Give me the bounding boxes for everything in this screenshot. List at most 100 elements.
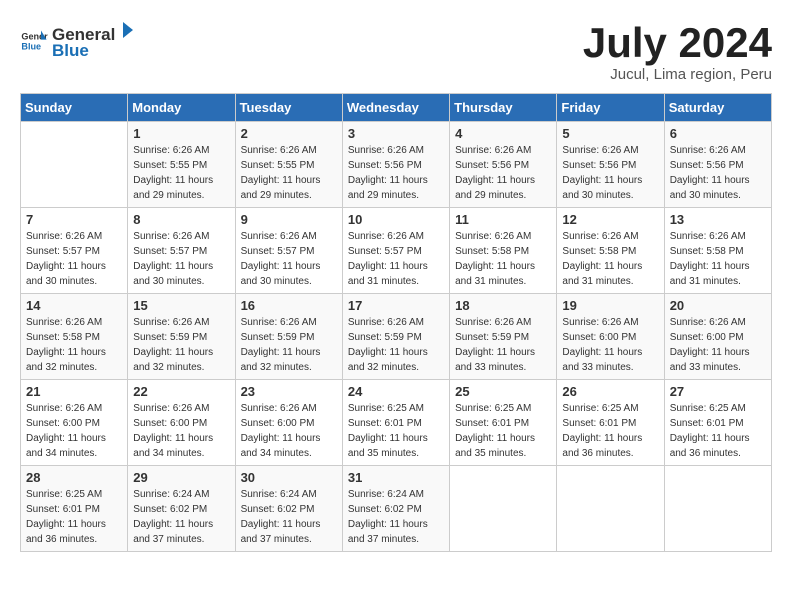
day-number: 3 (348, 126, 444, 141)
day-info: Sunrise: 6:25 AM Sunset: 6:01 PM Dayligh… (670, 401, 766, 461)
day-info: Sunrise: 6:24 AM Sunset: 6:02 PM Dayligh… (348, 487, 444, 547)
weekday-header-thursday: Thursday (450, 94, 557, 122)
day-info: Sunrise: 6:26 AM Sunset: 6:00 PM Dayligh… (562, 315, 658, 375)
svg-text:Blue: Blue (21, 41, 41, 51)
day-number: 5 (562, 126, 658, 141)
day-number: 26 (562, 384, 658, 399)
day-cell: 20 Sunrise: 6:26 AM Sunset: 6:00 PM Dayli… (664, 294, 771, 380)
day-cell: 30 Sunrise: 6:24 AM Sunset: 6:02 PM Dayli… (235, 466, 342, 552)
day-cell: 6Sunrise: 6:26 AM Sunset: 5:56 PM Daylig… (664, 122, 771, 208)
day-info: Sunrise: 6:24 AM Sunset: 6:02 PM Dayligh… (133, 487, 229, 547)
day-number: 13 (670, 212, 766, 227)
day-cell: 18 Sunrise: 6:26 AM Sunset: 5:59 PM Dayli… (450, 294, 557, 380)
day-info: Sunrise: 6:26 AM Sunset: 5:58 PM Dayligh… (562, 229, 658, 289)
day-info: Sunrise: 6:25 AM Sunset: 6:01 PM Dayligh… (455, 401, 551, 461)
day-number: 6 (670, 126, 766, 141)
weekday-header-wednesday: Wednesday (342, 94, 449, 122)
day-info: Sunrise: 6:25 AM Sunset: 6:01 PM Dayligh… (26, 487, 122, 547)
day-info: Sunrise: 6:26 AM Sunset: 5:56 PM Dayligh… (562, 143, 658, 203)
day-number: 19 (562, 298, 658, 313)
day-info: Sunrise: 6:26 AM Sunset: 5:55 PM Dayligh… (241, 143, 337, 203)
logo-arrow-icon (115, 20, 135, 40)
week-row-2: 7 Sunrise: 6:26 AM Sunset: 5:57 PM Daylig… (21, 208, 772, 294)
day-number: 28 (26, 470, 122, 485)
day-info: Sunrise: 6:26 AM Sunset: 5:59 PM Dayligh… (348, 315, 444, 375)
day-info: Sunrise: 6:26 AM Sunset: 5:56 PM Dayligh… (348, 143, 444, 203)
day-cell: 17 Sunrise: 6:26 AM Sunset: 5:59 PM Dayli… (342, 294, 449, 380)
day-number: 29 (133, 470, 229, 485)
day-info: Sunrise: 6:26 AM Sunset: 5:58 PM Dayligh… (455, 229, 551, 289)
header: General Blue General Blue July 2024 Jucu… (20, 20, 772, 83)
day-info: Sunrise: 6:26 AM Sunset: 5:57 PM Dayligh… (241, 229, 337, 289)
week-row-5: 28 Sunrise: 6:25 AM Sunset: 6:01 PM Dayli… (21, 466, 772, 552)
day-cell: 11Sunrise: 6:26 AM Sunset: 5:58 PM Dayli… (450, 208, 557, 294)
day-number: 8 (133, 212, 229, 227)
day-number: 24 (348, 384, 444, 399)
day-number: 16 (241, 298, 337, 313)
weekday-header-row: SundayMondayTuesdayWednesdayThursdayFrid… (21, 94, 772, 122)
day-number: 4 (455, 126, 551, 141)
title-area: July 2024 Jucul, Lima region, Peru (583, 20, 772, 83)
day-info: Sunrise: 6:26 AM Sunset: 5:58 PM Dayligh… (26, 315, 122, 375)
day-cell (557, 466, 664, 552)
day-cell: 1Sunrise: 6:26 AM Sunset: 5:55 PM Daylig… (128, 122, 235, 208)
day-cell: 25 Sunrise: 6:25 AM Sunset: 6:01 PM Dayli… (450, 380, 557, 466)
day-number: 17 (348, 298, 444, 313)
day-number: 27 (670, 384, 766, 399)
day-info: Sunrise: 6:26 AM Sunset: 5:59 PM Dayligh… (455, 315, 551, 375)
day-cell: 8 Sunrise: 6:26 AM Sunset: 5:57 PM Daylig… (128, 208, 235, 294)
day-info: Sunrise: 6:26 AM Sunset: 5:59 PM Dayligh… (133, 315, 229, 375)
week-row-1: 1 Sunrise: 6:26 AM Sunset: 5:55 PM Daylig… (21, 122, 772, 208)
day-number: 21 (26, 384, 122, 399)
week-row-3: 14Sunrise: 6:26 AM Sunset: 5:58 PM Dayli… (21, 294, 772, 380)
day-cell: 10Sunrise: 6:26 AM Sunset: 5:57 PM Dayli… (342, 208, 449, 294)
day-cell: 26 Sunrise: 6:25 AM Sunset: 6:01 PM Dayli… (557, 380, 664, 466)
day-info: Sunrise: 6:25 AM Sunset: 6:01 PM Dayligh… (348, 401, 444, 461)
day-cell: 24 Sunrise: 6:25 AM Sunset: 6:01 PM Dayli… (342, 380, 449, 466)
day-number: 7 (26, 212, 122, 227)
day-cell: 29 Sunrise: 6:24 AM Sunset: 6:02 PM Dayli… (128, 466, 235, 552)
day-number: 31 (348, 470, 444, 485)
day-cell: 28 Sunrise: 6:25 AM Sunset: 6:01 PM Dayli… (21, 466, 128, 552)
day-cell: 12 Sunrise: 6:26 AM Sunset: 5:58 PM Dayli… (557, 208, 664, 294)
day-number: 15 (133, 298, 229, 313)
day-cell: 16Sunrise: 6:26 AM Sunset: 5:59 PM Dayli… (235, 294, 342, 380)
calendar-title: July 2024 (583, 20, 772, 66)
weekday-header-monday: Monday (128, 94, 235, 122)
day-info: Sunrise: 6:26 AM Sunset: 6:00 PM Dayligh… (670, 315, 766, 375)
day-cell: 14Sunrise: 6:26 AM Sunset: 5:58 PM Dayli… (21, 294, 128, 380)
day-cell (664, 466, 771, 552)
day-number: 10 (348, 212, 444, 227)
logo-icon: General Blue (20, 27, 48, 55)
day-info: Sunrise: 6:26 AM Sunset: 5:56 PM Dayligh… (455, 143, 551, 203)
weekday-header-friday: Friday (557, 94, 664, 122)
day-number: 2 (241, 126, 337, 141)
day-number: 9 (241, 212, 337, 227)
day-number: 1 (133, 126, 229, 141)
day-info: Sunrise: 6:26 AM Sunset: 6:00 PM Dayligh… (26, 401, 122, 461)
calendar-table: SundayMondayTuesdayWednesdayThursdayFrid… (20, 93, 772, 552)
day-cell: 9 Sunrise: 6:26 AM Sunset: 5:57 PM Daylig… (235, 208, 342, 294)
day-cell (450, 466, 557, 552)
day-cell: 4 Sunrise: 6:26 AM Sunset: 5:56 PM Daylig… (450, 122, 557, 208)
day-cell (21, 122, 128, 208)
day-info: Sunrise: 6:26 AM Sunset: 5:57 PM Dayligh… (26, 229, 122, 289)
day-number: 30 (241, 470, 337, 485)
logo: General Blue General Blue (20, 20, 135, 61)
day-cell: 23Sunrise: 6:26 AM Sunset: 6:00 PM Dayli… (235, 380, 342, 466)
week-row-4: 21 Sunrise: 6:26 AM Sunset: 6:00 PM Dayli… (21, 380, 772, 466)
day-number: 20 (670, 298, 766, 313)
weekday-header-sunday: Sunday (21, 94, 128, 122)
day-number: 23 (241, 384, 337, 399)
day-info: Sunrise: 6:26 AM Sunset: 6:00 PM Dayligh… (133, 401, 229, 461)
day-number: 12 (562, 212, 658, 227)
day-info: Sunrise: 6:26 AM Sunset: 5:58 PM Dayligh… (670, 229, 766, 289)
day-cell: 22Sunrise: 6:26 AM Sunset: 6:00 PM Dayli… (128, 380, 235, 466)
day-number: 25 (455, 384, 551, 399)
weekday-header-saturday: Saturday (664, 94, 771, 122)
day-info: Sunrise: 6:26 AM Sunset: 5:57 PM Dayligh… (133, 229, 229, 289)
day-number: 18 (455, 298, 551, 313)
day-info: Sunrise: 6:25 AM Sunset: 6:01 PM Dayligh… (562, 401, 658, 461)
day-info: Sunrise: 6:24 AM Sunset: 6:02 PM Dayligh… (241, 487, 337, 547)
day-cell: 7 Sunrise: 6:26 AM Sunset: 5:57 PM Daylig… (21, 208, 128, 294)
